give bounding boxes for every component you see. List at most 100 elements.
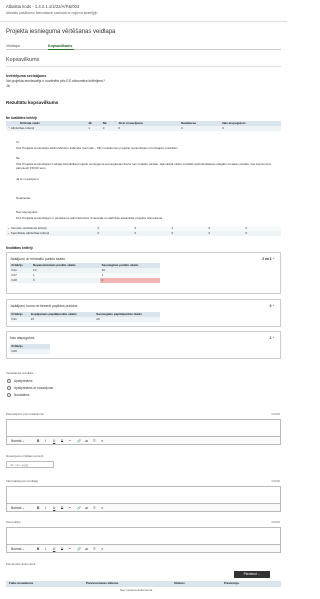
radio-approve[interactable] xyxy=(7,379,11,383)
block-title: Jautājumi, ar minimālo punktu skaitu xyxy=(10,257,65,261)
block-pager[interactable]: 2 no 3 ⌃ xyxy=(262,257,275,261)
deadline-date-input[interactable]: dd. mm. gggg xyxy=(6,461,54,468)
link-icon[interactable]: 🔗 xyxy=(77,506,81,510)
col-header: Faila nosaukums xyxy=(9,581,34,585)
chevron-down-icon: ⌄ xyxy=(22,438,25,443)
chevron-down-icon[interactable]: ⌄ xyxy=(8,231,11,235)
quote-icon[interactable]: ❝ xyxy=(69,439,71,443)
field-label: Nosacījumu izpildes termiņš xyxy=(6,454,44,458)
style-select[interactable]: Normal ⌄ xyxy=(11,439,25,443)
bold-button[interactable]: B xyxy=(37,439,39,443)
table-row: K08 xyxy=(10,349,50,355)
radio-approve-cond[interactable] xyxy=(7,386,11,390)
char-counter: 0/2000 xyxy=(271,520,280,524)
underline-button[interactable]: U xyxy=(53,547,55,551)
chevron-down-icon: ⌄ xyxy=(257,572,261,576)
table-row[interactable]: ⌃ Atbilstības kritēriji 1 0 0 0 0 xyxy=(6,126,281,132)
char-counter: 0/2000 xyxy=(271,479,280,483)
quote-icon[interactable]: ❝ xyxy=(69,506,71,510)
block-pager[interactable]: 1 ⌃ xyxy=(270,336,275,340)
table-row: K28 3 0 xyxy=(10,278,160,284)
detail-na-label: Neattiecas xyxy=(16,196,31,200)
missing-table: Kritērijs K08 xyxy=(10,344,50,355)
documents-table-header: Faila nosaukums Pievienošanas datums Sta… xyxy=(6,581,281,587)
conclusion-answer: Jā xyxy=(6,84,10,88)
app-header: Atbalsta kods - 1.4.2.1.1/2/22/A/P&/003 … xyxy=(0,0,287,22)
tab-veidlapa[interactable]: Veidlapa xyxy=(6,44,20,49)
table-row: K31 15 20 xyxy=(10,317,160,323)
header-code: Atbalsta kods - 1.4.2.1.1/2/22/A/P&/003 xyxy=(6,4,80,9)
strike-button[interactable]: S xyxy=(61,439,63,443)
chevron-down-icon[interactable]: ⌄ xyxy=(8,226,11,230)
add-document-button[interactable]: Pievienot ⌄ xyxy=(234,571,270,578)
underline-button[interactable]: U xyxy=(53,506,55,510)
ordered-list-icon[interactable]: ≔ xyxy=(85,506,88,510)
clear-format-icon[interactable]: ✕ xyxy=(101,506,104,510)
page-title: Projekta iesnieguma vērtēšanas veidlapa xyxy=(6,29,116,35)
header-subtitle: Atbalsts pasākumu īstenošanai saskaņā ar… xyxy=(6,11,98,15)
active-tab-indicator xyxy=(48,49,74,50)
italic-button[interactable]: I xyxy=(45,547,46,551)
ordered-list-icon[interactable]: ≔ xyxy=(85,547,88,551)
decision-label: Vērtēšanas rezultāts xyxy=(6,371,34,375)
style-select[interactable]: Normal ⌄ xyxy=(11,506,25,510)
detail-id-text: K01 Projekta iesniedzējs atbilst Ministr… xyxy=(16,146,178,150)
editor-toolbar: Normal ⌄ B I U S ❝ 🔗 ≔ ☰ ✕ xyxy=(6,545,281,553)
bullet-list-icon[interactable]: ☰ xyxy=(93,547,96,551)
chevron-down-icon: ⌄ xyxy=(22,505,25,510)
underline-button[interactable]: U xyxy=(53,439,55,443)
clear-format-icon[interactable]: ✕ xyxy=(101,547,104,551)
detail-reason-text: K01 Projekta iesniedzējam Latvijas Repub… xyxy=(16,162,271,170)
chevron-up-icon: ⌃ xyxy=(272,336,275,340)
ordered-list-icon[interactable]: ≔ xyxy=(85,439,88,443)
nonscoring-table: Kritērija veids Jā Nē Jā ar nosacījumu N… xyxy=(6,121,281,132)
bullet-list-icon[interactable]: ☰ xyxy=(93,506,96,510)
bold-button[interactable]: B xyxy=(37,547,39,551)
result-info-editor[interactable] xyxy=(6,486,281,504)
detail-none-text: K13 Projektā iesniedzējam ir pietiekama … xyxy=(16,216,163,220)
style-select[interactable]: Normal ⌄ xyxy=(11,547,25,551)
strike-button[interactable]: S xyxy=(61,547,63,551)
italic-button[interactable]: I xyxy=(45,439,46,443)
field-label: Informācija par rezultātu xyxy=(6,479,39,483)
radio-approve-cond-label[interactable]: Apstiprināms ar nosacījumu xyxy=(14,386,53,390)
table-row[interactable]: ⌄ Specifiskie atbilstības kritēriji 0 0 … xyxy=(6,231,281,237)
bold-button[interactable]: B xyxy=(37,506,39,510)
radio-approve-label[interactable]: Apstiprināms xyxy=(14,379,32,383)
chevron-up-icon[interactable]: ⌃ xyxy=(8,126,11,130)
block-title: Nav atspoguļots xyxy=(10,336,35,340)
empty-documents-text: Nav neviena dokumenta xyxy=(120,588,153,592)
radio-reject[interactable] xyxy=(7,393,11,397)
bullet-list-icon[interactable]: ☰ xyxy=(93,439,96,443)
detail-cond-label: Jā ar nosacījumu xyxy=(16,177,39,181)
italic-button[interactable]: I xyxy=(45,506,46,510)
quote-icon[interactable]: ❝ xyxy=(69,547,71,551)
block-pager[interactable]: 0 ⌃ xyxy=(270,304,275,308)
divider xyxy=(6,66,281,67)
bonus-points-table: Kritērijs Iespējamais papildpunktu skait… xyxy=(10,312,160,323)
condition-reason-editor[interactable] xyxy=(6,419,281,437)
field-label: Komentārs xyxy=(6,520,21,524)
quality-block-bonus: Jautājumi, kuros ne tiesenti papildus pu… xyxy=(6,299,281,327)
link-icon[interactable]: 🔗 xyxy=(77,439,81,443)
conclusion-question: Vai projekta iesniedzējs ir novērtēts pē… xyxy=(6,79,105,83)
documents-label: Pievienotie dokumenti xyxy=(6,562,36,566)
radio-reject-label[interactable]: Noraidāms xyxy=(14,393,29,397)
editor-toolbar: Normal ⌄ B I U S ❝ 🔗 ≔ ☰ ✕ xyxy=(6,437,281,445)
col-header: Statuss xyxy=(174,581,185,585)
clear-format-icon[interactable]: ✕ xyxy=(101,439,104,443)
tab-bar: Veidlapa Kopsavilkums xyxy=(6,42,281,50)
quality-label: Kvalitātes kritēriji xyxy=(6,246,33,250)
col-header: Pievienošanas datums xyxy=(86,581,119,585)
strike-button[interactable]: S xyxy=(61,506,63,510)
link-icon[interactable]: 🔗 xyxy=(77,547,81,551)
comment-editor[interactable] xyxy=(6,527,281,545)
chevron-down-icon: ⌄ xyxy=(22,546,25,551)
failed-score-cell: 0 xyxy=(100,278,160,284)
field-label: Pamatojums par nosacījumu xyxy=(6,412,45,416)
detail-id-label: Id xyxy=(16,140,19,144)
tab-kopsavilkums[interactable]: Kopsavilkums xyxy=(48,44,72,49)
editor-toolbar: Normal ⌄ B I U S ❝ 🔗 ≔ ☰ ✕ xyxy=(6,504,281,512)
chevron-up-icon: ⌃ xyxy=(272,257,275,261)
min-points-table: Kritērijs Nepieciešamais punktu skaits S… xyxy=(10,263,160,284)
